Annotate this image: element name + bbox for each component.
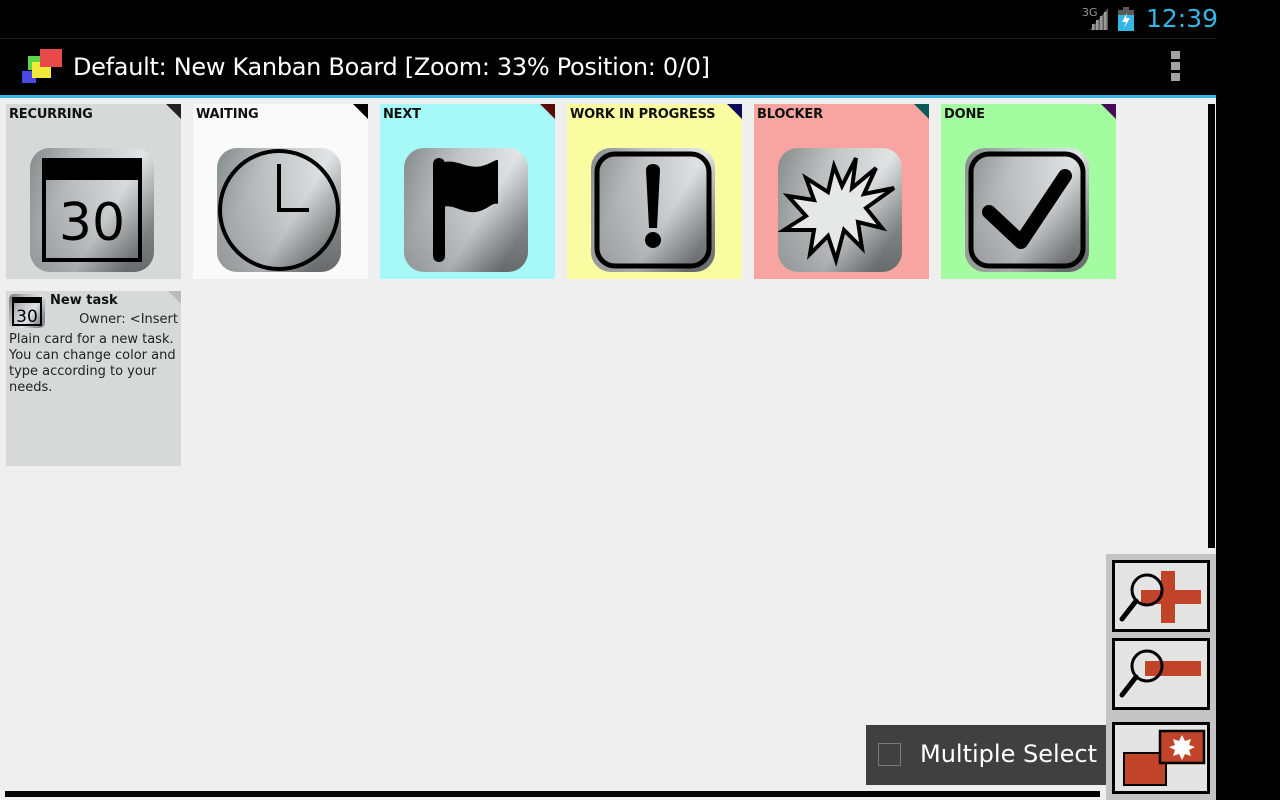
signal-icon <box>1090 8 1108 30</box>
overflow-menu-icon <box>1170 51 1180 59</box>
svg-text:30: 30 <box>59 193 125 253</box>
lane-blocker[interactable]: BLOCKER <box>754 104 929 279</box>
card-description: Plain card for a new task. You can chang… <box>9 332 176 395</box>
clock-icon <box>217 148 341 272</box>
lane-title: WORK IN PROGRESS <box>570 107 716 122</box>
lane-corner-marker[interactable] <box>540 104 555 119</box>
new-card-button[interactable] <box>1112 722 1210 794</box>
calendar-30-icon: 30 <box>30 148 154 272</box>
app-logo-icon[interactable] <box>20 47 64 87</box>
zoom-in-icon <box>1119 571 1201 623</box>
lane-recurring[interactable]: RECURRING 30 <box>6 104 181 279</box>
task-card[interactable]: 30 New task Owner: <Insert Plain card fo… <box>6 291 181 466</box>
lane-title: WAITING <box>196 107 259 122</box>
multiple-select-checkbox[interactable] <box>878 743 901 766</box>
card-owner: Owner: <Insert <box>79 312 178 327</box>
lane-waiting[interactable]: WAITING <box>193 104 368 279</box>
battery-charging-icon <box>1118 7 1134 31</box>
zoom-out-button[interactable] <box>1112 638 1210 710</box>
explosion-icon <box>778 148 902 272</box>
lane-done[interactable]: DONE <box>941 104 1116 279</box>
calendar-30-icon: 30 <box>9 294 45 328</box>
lane-title: NEXT <box>383 107 421 122</box>
svg-text:30: 30 <box>16 307 38 327</box>
card-title: New task <box>50 293 118 308</box>
new-card-icon <box>1123 729 1206 786</box>
clock: 12:39 <box>1146 4 1219 33</box>
exclamation-icon <box>591 148 715 272</box>
vertical-scrollbar[interactable] <box>1208 104 1215 548</box>
kanban-board[interactable]: RECURRING 30 WAITING NEXT WORK IN PROGRE… <box>0 98 1216 800</box>
zoom-out-icon <box>1119 649 1201 698</box>
lane-title: BLOCKER <box>757 107 823 122</box>
action-bar: Default: New Kanban Board [Zoom: 33% Pos… <box>0 39 1216 95</box>
lane-work-in-progress[interactable]: WORK IN PROGRESS <box>567 104 742 279</box>
lane-corner-marker[interactable] <box>914 104 929 119</box>
board-title: Default: New Kanban Board [Zoom: 33% Pos… <box>73 53 710 81</box>
zoom-in-button[interactable] <box>1112 560 1210 632</box>
lane-corner-marker[interactable] <box>353 104 368 119</box>
flag-icon <box>404 148 528 272</box>
zoom-controls <box>1106 554 1216 800</box>
horizontal-scrollbar[interactable] <box>5 791 1100 797</box>
checkbox-check-icon <box>965 148 1089 272</box>
lane-corner-marker[interactable] <box>727 104 742 119</box>
lane-corner-marker[interactable] <box>166 104 181 119</box>
multiple-select-toggle[interactable]: Multiple Select <box>866 725 1106 785</box>
lane-title: DONE <box>944 107 985 122</box>
lane-title: RECURRING <box>9 107 93 122</box>
screen-edge <box>1216 0 1280 800</box>
multiple-select-label: Multiple Select <box>920 740 1097 768</box>
lane-corner-marker[interactable] <box>1101 104 1116 119</box>
lane-next[interactable]: NEXT <box>380 104 555 279</box>
card-corner-marker[interactable] <box>168 291 181 304</box>
overflow-menu-button[interactable] <box>1166 51 1184 85</box>
status-bar: 3G 12:39 <box>0 0 1219 39</box>
